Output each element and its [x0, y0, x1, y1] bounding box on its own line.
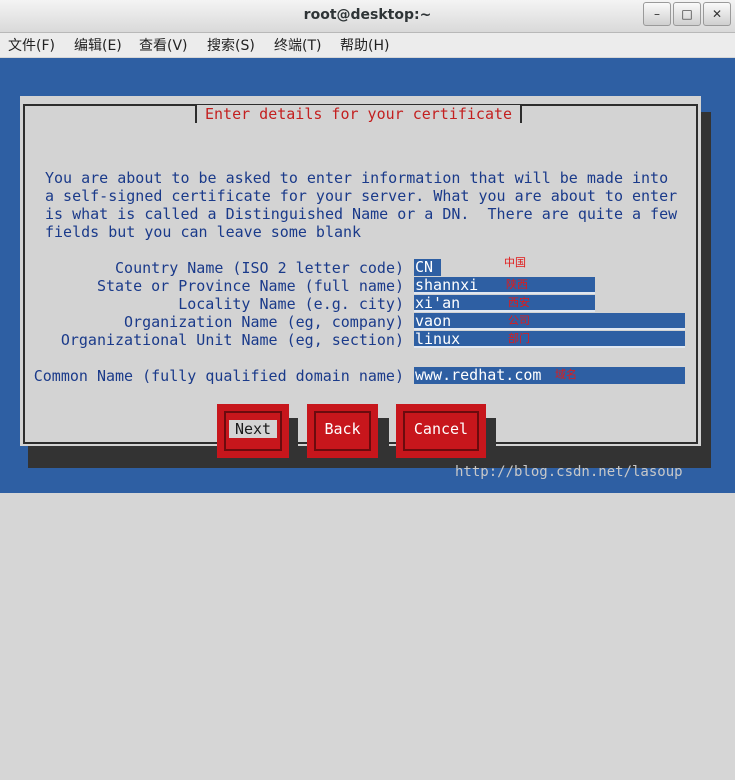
close-icon[interactable]: ✕ — [703, 2, 731, 26]
terminal-area[interactable]: Enter details for your certificate You a… — [0, 58, 735, 493]
country-field[interactable]: CN — [414, 259, 441, 276]
cancel-button-label: Cancel — [413, 420, 469, 438]
organization-value: vaon — [415, 312, 452, 330]
menu-edit[interactable]: 编辑(E) — [74, 35, 122, 55]
locality-annotation: 西安 — [508, 296, 530, 309]
organization-field[interactable]: vaon — [414, 313, 685, 330]
country-label: Country Name (ISO 2 letter code) — [115, 259, 404, 277]
minimize-icon[interactable]: – — [643, 2, 671, 26]
back-button-face: Back — [314, 411, 371, 451]
next-button[interactable]: Next — [217, 404, 289, 458]
locality-field[interactable]: xi'an — [414, 295, 595, 312]
common-name-annotation: 域名 — [555, 368, 577, 381]
unit-value: linux — [415, 330, 461, 348]
window-titlebar: root@desktop:~ – □ ✕ — [0, 0, 735, 33]
organization-label: Organization Name (eg, company) — [124, 313, 404, 331]
back-button-label: Back — [324, 420, 361, 438]
state-annotation: 陕西 — [506, 278, 528, 291]
unit-field[interactable]: linux — [414, 331, 685, 348]
menu-file[interactable]: 文件(F) — [8, 35, 55, 55]
locality-label: Locality Name (e.g. city) — [178, 295, 404, 313]
window-title: root@desktop:~ — [303, 7, 432, 23]
maximize-icon[interactable]: □ — [673, 2, 701, 26]
back-button[interactable]: Back — [307, 404, 378, 458]
menu-bar: 文件(F) 编辑(E) 查看(V) 搜索(S) 终端(T) 帮助(H) — [0, 33, 735, 57]
watermark: http://blog.csdn.net/lasoup — [455, 464, 683, 480]
organization-annotation: 公司 — [508, 314, 530, 327]
menu-terminal[interactable]: 终端(T) — [274, 35, 321, 55]
state-field[interactable]: shannxi — [414, 277, 595, 294]
country-value: CN — [415, 258, 434, 276]
common-name-value: www.redhat.com — [415, 366, 542, 384]
certificate-dialog: Enter details for your certificate You a… — [20, 96, 701, 468]
cancel-button[interactable]: Cancel — [396, 404, 486, 458]
next-button-face: Next — [224, 411, 282, 451]
locality-value: xi'an — [415, 294, 461, 312]
description-line: a self-signed certificate for your serve… — [45, 187, 678, 205]
common-name-label: Common Name (fully qualified domain name… — [33, 367, 404, 385]
state-label: State or Province Name (full name) — [96, 277, 404, 295]
country-annotation: 中国 — [504, 256, 526, 269]
description-line: is what is called a Distinguished Name o… — [45, 205, 678, 223]
dialog-shadow-right — [701, 112, 711, 468]
cancel-button-face: Cancel — [403, 411, 479, 451]
state-value: shannxi — [415, 276, 479, 294]
common-name-field[interactable]: www.redhat.com — [414, 367, 685, 384]
description-line: You are about to be asked to enter infor… — [45, 169, 669, 187]
unit-annotation: 部门 — [508, 332, 530, 345]
description-line: fields but you can leave some blank — [45, 223, 362, 241]
dialog-title: Enter details for your certificate — [195, 105, 523, 123]
dialog-description: You are about to be asked to enter infor… — [45, 169, 677, 241]
menu-help[interactable]: 帮助(H) — [340, 35, 389, 55]
menu-view[interactable]: 查看(V) — [139, 35, 188, 55]
unit-label: Organizational Unit Name (eg, section) — [60, 331, 404, 349]
next-button-label: Next — [228, 420, 278, 438]
menu-search[interactable]: 搜索(S) — [207, 35, 255, 55]
